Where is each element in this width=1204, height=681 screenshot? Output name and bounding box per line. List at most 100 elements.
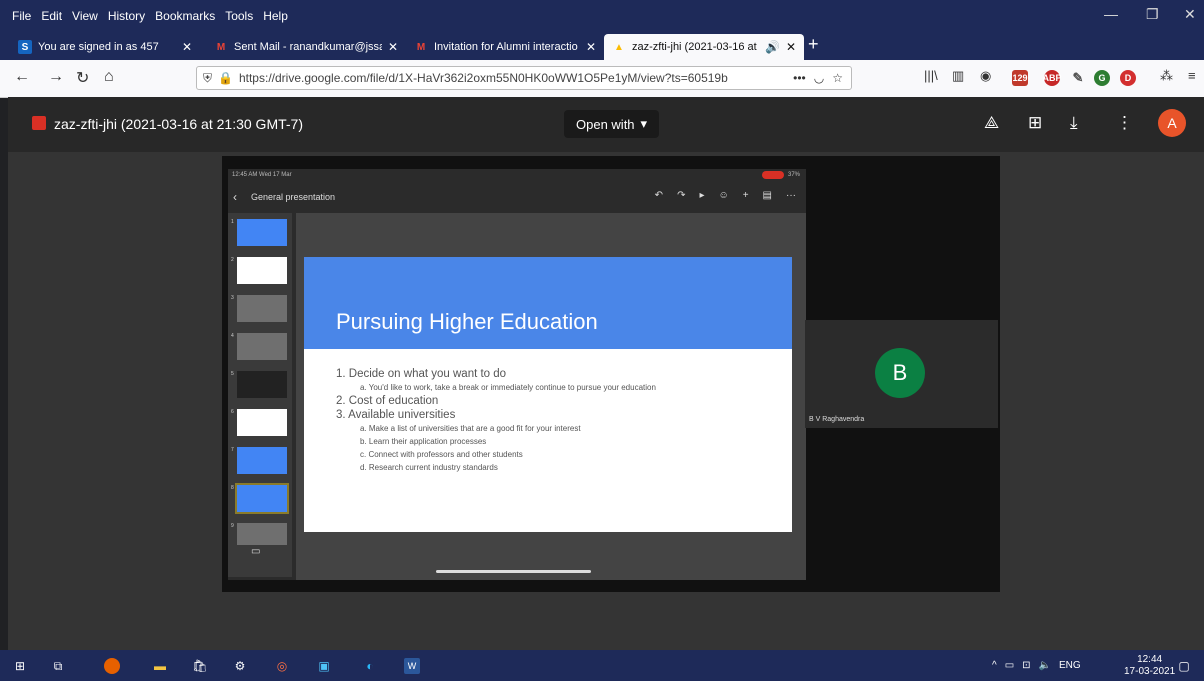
- battery-icon[interactable]: ▭: [1005, 660, 1014, 671]
- add-to-drive-icon[interactable]: ⟁: [984, 113, 999, 133]
- chevron-down-icon: ▾: [640, 116, 648, 131]
- tab-invitation[interactable]: M Invitation for Alumni interactio ✕: [406, 34, 604, 60]
- system-tray: ^ ▭ ⊡ 🔈 ENG: [992, 660, 1081, 671]
- slide-bullet: 1. Decide on what you want to do: [336, 368, 507, 380]
- photos-icon[interactable]: ▣: [316, 658, 332, 674]
- restore-icon[interactable]: ❐: [1146, 6, 1159, 23]
- windows-start-icon[interactable]: ⊞: [12, 658, 28, 674]
- slide-thumbnail: 7: [231, 447, 287, 474]
- tab-favicon-icon: S: [18, 40, 32, 54]
- url-text: https://drive.google.com/file/d/1X-HaVr3…: [238, 71, 728, 85]
- account-avatar[interactable]: A: [1158, 109, 1186, 137]
- show-hidden-icons-icon[interactable]: ^: [992, 660, 997, 671]
- tab-sent-mail[interactable]: M Sent Mail - ranandkumar@jssat ✕: [206, 34, 406, 60]
- slide-sub-bullet: b. Learn their application processes: [360, 437, 487, 446]
- tablet-home-indicator: [436, 570, 591, 573]
- comment-icon: ▤: [762, 190, 772, 201]
- hamburger-menu-icon[interactable]: ≡: [1188, 68, 1196, 83]
- slide-body: 1. Decide on what you want to do a. You'…: [336, 367, 656, 474]
- undo-icon: ↶: [654, 190, 664, 201]
- participant-tile: B B V Raghavendra: [805, 320, 998, 428]
- tab-close-icon[interactable]: ✕: [182, 40, 192, 54]
- slide-sub-bullet: d. Research current industry standards: [360, 463, 498, 472]
- lock-icon[interactable]: 🔒: [218, 71, 233, 85]
- minimize-icon[interactable]: —: [1104, 6, 1118, 22]
- audio-playing-icon[interactable]: 🔊: [765, 40, 780, 54]
- slide-title-band: [304, 257, 792, 349]
- extension-badge-icon[interactable]: 129: [1012, 70, 1028, 86]
- close-window-icon[interactable]: ✕: [1184, 6, 1196, 23]
- slide-thumbnail: 5: [231, 371, 287, 398]
- battery-text: 37%: [787, 172, 800, 178]
- new-tab-button[interactable]: +: [808, 34, 819, 55]
- add-icon: +: [742, 190, 749, 201]
- tab-label: You are signed in as 457: [38, 41, 159, 53]
- download-icon[interactable]: ⤓: [1070, 113, 1078, 133]
- menu-item-file[interactable]: File: [12, 9, 31, 23]
- account-icon[interactable]: ◉: [980, 68, 991, 84]
- tab-label: zaz-zfti-jhi (2021-03-16 at 21: [632, 41, 759, 53]
- reload-icon[interactable]: ↻: [76, 68, 89, 88]
- menu-item-help[interactable]: Help: [263, 9, 288, 23]
- drive-header: zaz-zfti-jhi (2021-03-16 at 21:30 GMT-7)…: [8, 97, 1204, 152]
- file-explorer-icon[interactable]: ▬: [152, 658, 168, 674]
- menu-item-bookmarks[interactable]: Bookmarks: [155, 9, 215, 23]
- tab-close-icon[interactable]: ✕: [586, 40, 596, 54]
- grammarly-icon[interactable]: G: [1094, 70, 1110, 86]
- menu-item-tools[interactable]: Tools: [225, 9, 253, 23]
- language-indicator[interactable]: ENG: [1059, 660, 1081, 671]
- tab-signed-in[interactable]: S You are signed in as 457 ✕: [10, 34, 200, 60]
- taskbar-clock[interactable]: 12:44 17-03-2021: [1124, 654, 1175, 678]
- tab-close-icon[interactable]: ✕: [786, 40, 796, 54]
- more-options-icon[interactable]: ⋮: [1116, 113, 1133, 133]
- edge-icon[interactable]: ◐: [362, 658, 378, 674]
- extension-icon[interactable]: ✎: [1070, 70, 1086, 86]
- present-icon: ▭: [251, 546, 261, 557]
- pocket-icon[interactable]: ◡: [814, 71, 824, 85]
- slide-thumbnails: 1 2 3 4 5 6 7 8 9 ▭: [228, 213, 292, 577]
- participant-name: B V Raghavendra: [809, 416, 865, 423]
- slide-thumbnail: 3: [231, 295, 287, 322]
- extension-d-icon[interactable]: D: [1120, 70, 1136, 86]
- open-with-button[interactable]: Open with ▾: [564, 110, 660, 138]
- settings-gear-icon[interactable]: ⚙: [232, 658, 248, 674]
- page-actions-icon[interactable]: •••: [793, 71, 806, 85]
- adblock-plus-icon[interactable]: ABP: [1043, 70, 1062, 86]
- library-icon[interactable]: |||\: [924, 68, 938, 83]
- tab-drive-video[interactable]: ▲ zaz-zfti-jhi (2021-03-16 at 21 🔊 ✕: [604, 34, 804, 60]
- video-file-icon: [32, 116, 46, 130]
- firefox-icon[interactable]: [104, 658, 120, 674]
- bookmark-star-icon[interactable]: ☆: [832, 71, 843, 85]
- word-icon[interactable]: W: [404, 658, 420, 674]
- slide-sub-bullet: c. Connect with professors and other stu…: [360, 450, 523, 459]
- clock-date: 17-03-2021: [1124, 666, 1176, 677]
- clock-time: 12:44: [1137, 654, 1163, 665]
- tab-close-icon[interactable]: ✕: [388, 40, 398, 54]
- slide-thumbnail-selected: 8: [231, 483, 289, 514]
- slide: Pursuing Higher Education 1. Decide on w…: [304, 257, 792, 532]
- notifications-icon[interactable]: ▢: [1176, 658, 1192, 674]
- menu-item-view[interactable]: View: [72, 9, 98, 23]
- menu-item-history[interactable]: History: [108, 9, 145, 23]
- back-icon[interactable]: ←: [14, 68, 30, 86]
- store-icon[interactable]: 🛍: [192, 658, 208, 674]
- url-bar[interactable]: ⛨ 🔒 https://drive.google.com/file/d/1X-H…: [196, 66, 852, 90]
- tab-label: Sent Mail - ranandkumar@jssat: [234, 41, 382, 53]
- slide-sub-bullet: a. You'd like to work, take a break or i…: [360, 383, 656, 392]
- add-shortcut-icon[interactable]: ⊞: [1028, 113, 1042, 133]
- home-icon[interactable]: ⌂: [104, 68, 114, 86]
- shield-icon[interactable]: ⛨: [203, 71, 212, 86]
- slides-toolbar: ‹ General presentation ↶ ↷ ▸ ☺ + ▤ ···: [228, 181, 806, 213]
- slide-title: Pursuing Higher Education: [336, 309, 598, 334]
- menu-item-edit[interactable]: Edit: [41, 9, 62, 23]
- play-icon: ▸: [699, 190, 705, 201]
- volume-icon[interactable]: 🔈: [1039, 660, 1051, 671]
- media-player-icon[interactable]: ◎: [274, 658, 290, 674]
- sidebar-icon[interactable]: ▥: [952, 68, 964, 84]
- slide-bullet: 2. Cost of education: [336, 395, 439, 407]
- presentation-title: General presentation: [251, 192, 336, 202]
- extensions-icon[interactable]: ⁂: [1160, 68, 1173, 84]
- task-view-icon[interactable]: ⧉: [50, 658, 66, 674]
- forward-icon[interactable]: →: [48, 68, 64, 86]
- network-icon[interactable]: ⊡: [1022, 660, 1030, 671]
